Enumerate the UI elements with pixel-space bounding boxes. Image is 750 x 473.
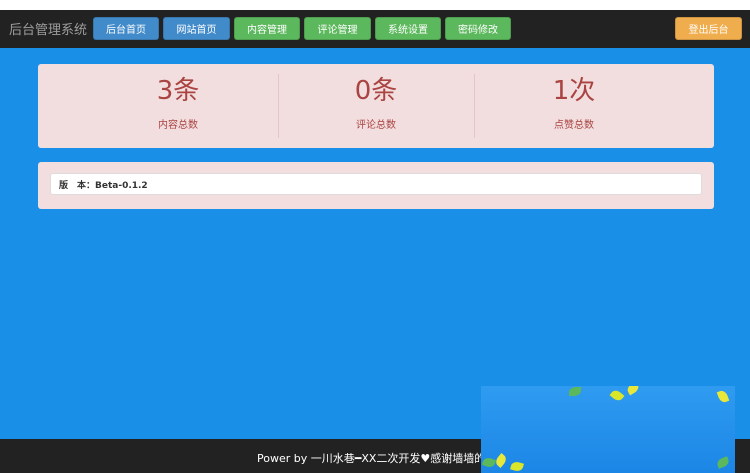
top-strip xyxy=(0,0,750,10)
leaf-icon xyxy=(715,456,731,469)
nav-button-comment-management[interactable]: 评论管理 xyxy=(304,17,371,40)
leaf-icon xyxy=(493,453,509,468)
stats-panel: 3条 内容总数 0条 评论总数 1次 点赞总数 xyxy=(38,64,714,148)
logout-button[interactable]: 登出后台 xyxy=(675,17,742,40)
top-navbar: 后台管理系统 后台首页 网站首页 内容管理 评论管理 系统设置 密码修改 登出后… xyxy=(0,10,750,48)
stat-value: 3条 xyxy=(156,76,200,106)
version-info: 版 本：Beta-0.1.2 xyxy=(50,173,702,195)
stat-like-count: 1次 点赞总数 xyxy=(474,64,674,148)
stat-content-count: 3条 内容总数 xyxy=(78,64,278,148)
leaf-icon xyxy=(609,388,625,403)
stat-label: 评论总数 xyxy=(356,120,396,131)
footer-credit: Power by 一川水巷━XX二次开发♥感谢墙墙的使 xyxy=(257,452,497,465)
version-panel: 版 本：Beta-0.1.2 xyxy=(38,162,714,209)
nav-button-admin-home[interactable]: 后台首页 xyxy=(93,17,159,40)
stat-value: 1次 xyxy=(552,76,596,106)
leaves-decoration-icon xyxy=(481,386,735,473)
nav-button-content-management[interactable]: 内容管理 xyxy=(234,17,300,40)
leaf-icon xyxy=(510,460,524,473)
stat-label: 内容总数 xyxy=(158,120,198,131)
nav-button-site-home[interactable]: 网站首页 xyxy=(163,17,230,40)
nav-button-system-settings[interactable]: 系统设置 xyxy=(375,17,441,40)
nav-button-change-password[interactable]: 密码修改 xyxy=(445,17,511,40)
leaf-icon xyxy=(625,386,641,396)
stat-value: 0条 xyxy=(354,76,398,106)
leaf-icon xyxy=(481,456,497,469)
stat-comment-count: 0条 评论总数 xyxy=(278,64,474,148)
stat-label: 点赞总数 xyxy=(554,120,594,131)
leaf-icon xyxy=(569,387,581,396)
brand-title: 后台管理系统 xyxy=(9,23,88,38)
leaf-icon xyxy=(716,389,730,404)
